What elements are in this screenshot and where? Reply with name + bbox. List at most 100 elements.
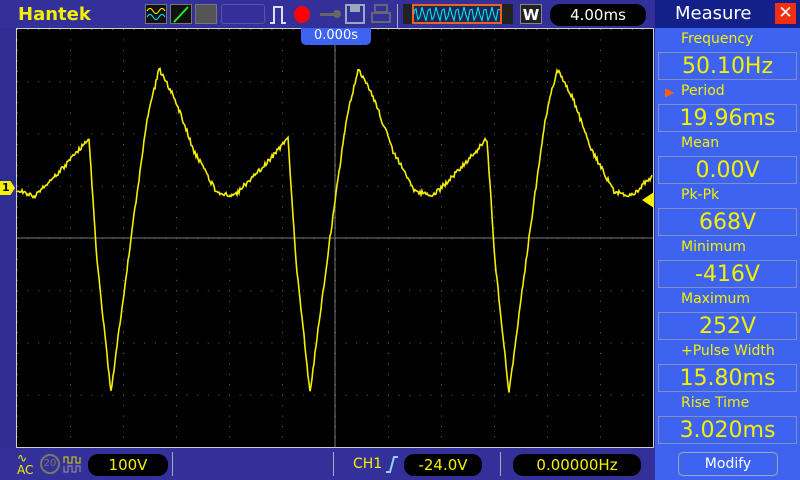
waveform-display[interactable]: 0.000s xyxy=(16,28,654,448)
grid-dot xyxy=(176,39,177,40)
grid-dot xyxy=(600,81,601,82)
grid-dot xyxy=(547,416,548,417)
grid-dot xyxy=(303,81,304,82)
grid-dot xyxy=(271,134,272,135)
grid-dot xyxy=(123,154,124,155)
grid-dot xyxy=(409,343,410,344)
record-icon[interactable] xyxy=(294,6,310,23)
grid-dot xyxy=(17,39,18,40)
measure-label[interactable]: +Pulse Width xyxy=(655,340,800,364)
grid-dot xyxy=(589,29,590,30)
grid-dot xyxy=(494,228,495,229)
grid-dot xyxy=(430,395,431,396)
grid-dot xyxy=(452,186,453,187)
grid-dot xyxy=(547,154,548,155)
grid-dot xyxy=(81,81,82,82)
bandwidth-limit-icon[interactable]: 20 xyxy=(40,454,60,474)
window-zoom-button[interactable]: W xyxy=(520,4,542,24)
measure-label[interactable]: Frequency xyxy=(655,28,800,52)
modify-button[interactable]: Modify xyxy=(678,452,778,476)
grid-dot xyxy=(399,134,400,135)
display-mode-icon[interactable] xyxy=(145,4,167,24)
grid-dot xyxy=(388,416,389,417)
grid-dot xyxy=(229,186,230,187)
measure-label[interactable]: Mean xyxy=(655,132,800,156)
grid-dot xyxy=(38,343,39,344)
grid-dot xyxy=(494,92,495,93)
grid-dot xyxy=(282,259,283,260)
grid-dot xyxy=(409,134,410,135)
grid-dot xyxy=(187,395,188,396)
invert-icon[interactable] xyxy=(63,454,83,474)
grid-dot xyxy=(81,343,82,344)
trigger-source[interactable]: CH1 xyxy=(353,456,382,472)
grid-dot xyxy=(515,186,516,187)
print-icon[interactable] xyxy=(370,3,392,25)
measure-label[interactable]: Pk-Pk xyxy=(655,184,800,208)
grid-dot xyxy=(452,29,453,30)
grid-dot xyxy=(494,416,495,417)
grid-dot xyxy=(388,290,389,291)
grid-dot xyxy=(123,71,124,72)
grid-dot xyxy=(176,416,177,417)
volts-per-div-readout[interactable]: 100V xyxy=(88,454,168,476)
grid-dot xyxy=(568,134,569,135)
grid-dot xyxy=(547,29,548,30)
coupling-indicator[interactable]: ∿ AC xyxy=(17,452,33,476)
grid-dot xyxy=(420,134,421,135)
grid-dot xyxy=(568,395,569,396)
trigger-level-readout[interactable]: -24.0V xyxy=(404,454,482,476)
trigger-position-readout[interactable]: 0.000s xyxy=(301,28,371,45)
grid-dot xyxy=(112,343,113,344)
xy-mode-icon[interactable] xyxy=(170,4,192,24)
grid-dot xyxy=(282,92,283,93)
grid-dot xyxy=(441,374,442,375)
grid-dot xyxy=(218,186,219,187)
grid-dot xyxy=(377,395,378,396)
grid-dot xyxy=(611,343,612,344)
grid-dot xyxy=(367,186,368,187)
grid-dot xyxy=(282,39,283,40)
grid-dot xyxy=(494,343,495,344)
persistence-icon[interactable] xyxy=(195,4,217,24)
grid-dot xyxy=(17,175,18,176)
grid-dot xyxy=(388,123,389,124)
grid-dot xyxy=(494,374,495,375)
grid-dot xyxy=(70,280,71,281)
grid-dot xyxy=(134,134,135,135)
grid-dot xyxy=(176,301,177,302)
grid-dot xyxy=(600,50,601,51)
grid-dot xyxy=(28,134,29,135)
save-icon[interactable] xyxy=(344,3,366,25)
grid-dot xyxy=(123,39,124,40)
grid-dot xyxy=(17,154,18,155)
grid-dot xyxy=(112,81,113,82)
grid-dot xyxy=(388,280,389,281)
grid-dot xyxy=(515,395,516,396)
grid-dot xyxy=(547,144,548,145)
grid-dot xyxy=(526,290,527,291)
timebase-readout[interactable]: 4.00ms xyxy=(550,4,646,26)
measure-label[interactable]: Rise Time xyxy=(655,392,800,416)
rising-edge-icon xyxy=(385,454,399,474)
grid-dot xyxy=(441,154,442,155)
grid-dot xyxy=(271,290,272,291)
measure-label[interactable]: Minimum xyxy=(655,236,800,260)
close-icon[interactable]: ✕ xyxy=(775,3,796,24)
grid-dot xyxy=(473,134,474,135)
grid-dot xyxy=(28,290,29,291)
grid-dot xyxy=(505,290,506,291)
grid-dot xyxy=(70,113,71,114)
measure-label[interactable]: Maximum xyxy=(655,288,800,312)
grid-dot xyxy=(17,332,18,333)
channel1-ground-marker[interactable]: 1 xyxy=(0,181,15,195)
grid-dot xyxy=(70,92,71,93)
grid-dot xyxy=(17,186,18,187)
measure-label[interactable]: ▶ Period xyxy=(655,80,800,104)
grid-dot xyxy=(494,405,495,406)
grid-dot xyxy=(441,102,442,103)
grid-dot xyxy=(547,175,548,176)
grid-dot xyxy=(547,39,548,40)
grid-dot xyxy=(377,29,378,30)
grid-dot xyxy=(176,71,177,72)
